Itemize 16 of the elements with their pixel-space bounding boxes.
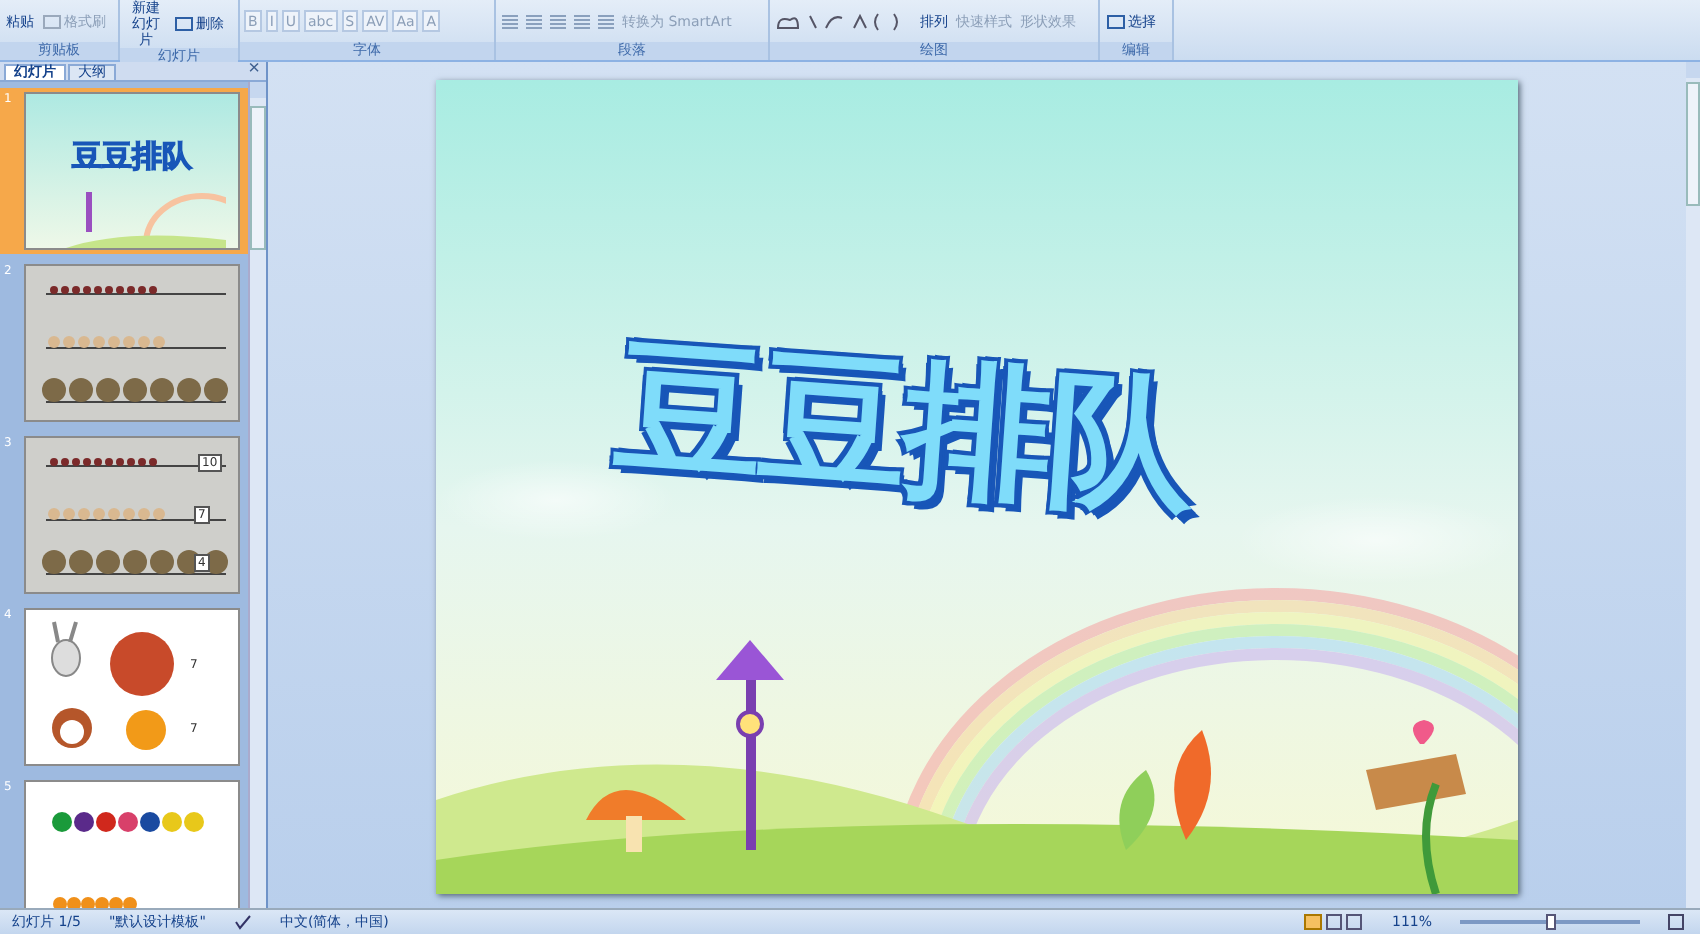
vertical-scrollbar[interactable] bbox=[1686, 62, 1700, 910]
align-icon[interactable] bbox=[548, 13, 568, 29]
close-button[interactable]: × bbox=[248, 62, 260, 80]
align-icon[interactable] bbox=[572, 13, 592, 29]
spell-check-icon[interactable] bbox=[233, 914, 252, 930]
tool-icon bbox=[42, 13, 62, 29]
fit-window-icon[interactable] bbox=[1668, 914, 1684, 930]
tool-icon bbox=[174, 16, 194, 32]
align-icon[interactable] bbox=[500, 13, 520, 29]
view-buttons-icon[interactable] bbox=[1303, 914, 1364, 930]
thumbnail-title: 豆豆排队 bbox=[70, 138, 194, 176]
align-icon[interactable] bbox=[524, 13, 544, 29]
tool-icon bbox=[1106, 13, 1126, 29]
slide-title: 豆豆排队 bbox=[609, 320, 1199, 538]
align-icon[interactable] bbox=[596, 13, 616, 29]
panel-scrollbar[interactable] bbox=[248, 82, 266, 910]
